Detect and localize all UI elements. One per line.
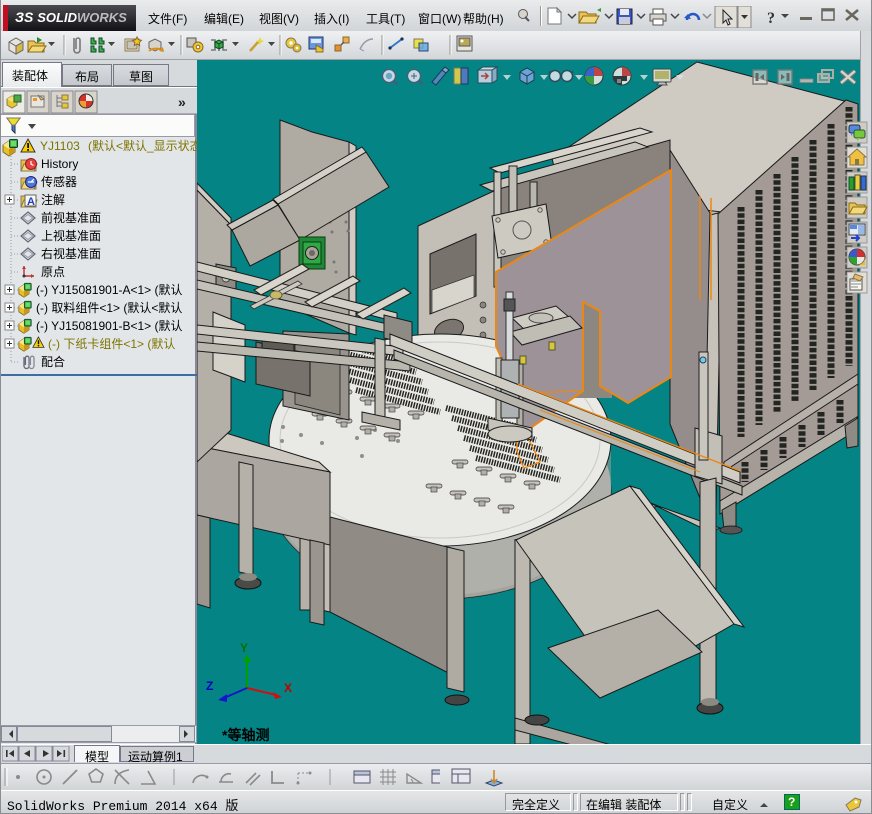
svg-text:(-) 下纸卡组件<1> (默认: (-) 下纸卡组件<1> (默认 — [48, 336, 175, 351]
svg-text:前视基准面: 前视基准面 — [41, 210, 101, 225]
svg-text:(-) 取料组件<1> (默认<默认: (-) 取料组件<1> (默认<默认 — [36, 300, 182, 315]
svg-text:配合: 配合 — [41, 354, 65, 369]
svg-text:注解: 注解 — [41, 192, 65, 207]
svg-text:Y: Y — [240, 641, 248, 655]
svg-text:上视基准面: 上视基准面 — [41, 228, 101, 243]
svg-text:(默认<默认_显示状态: (默认<默认_显示状态 — [88, 138, 197, 153]
svg-text:(-) YJ15081901-B<1> (默认: (-) YJ15081901-B<1> (默认 — [36, 318, 183, 333]
svg-text:原点: 原点 — [41, 265, 65, 279]
svg-text:Z: Z — [206, 679, 213, 693]
svg-text:?: ? — [767, 10, 775, 27]
svg-text:History: History — [41, 157, 78, 171]
svg-text:*等轴测: *等轴测 — [222, 727, 269, 743]
svg-text:A: A — [27, 196, 35, 208]
svg-text:右视基准面: 右视基准面 — [41, 246, 101, 261]
svg-text:X: X — [284, 681, 292, 695]
svg-text:»: » — [178, 94, 186, 110]
svg-text:传感器: 传感器 — [41, 174, 77, 189]
svg-text:YJ1103: YJ1103 — [40, 139, 80, 153]
svg-text:(-) YJ15081901-A<1> (默认: (-) YJ15081901-A<1> (默认 — [36, 282, 183, 297]
